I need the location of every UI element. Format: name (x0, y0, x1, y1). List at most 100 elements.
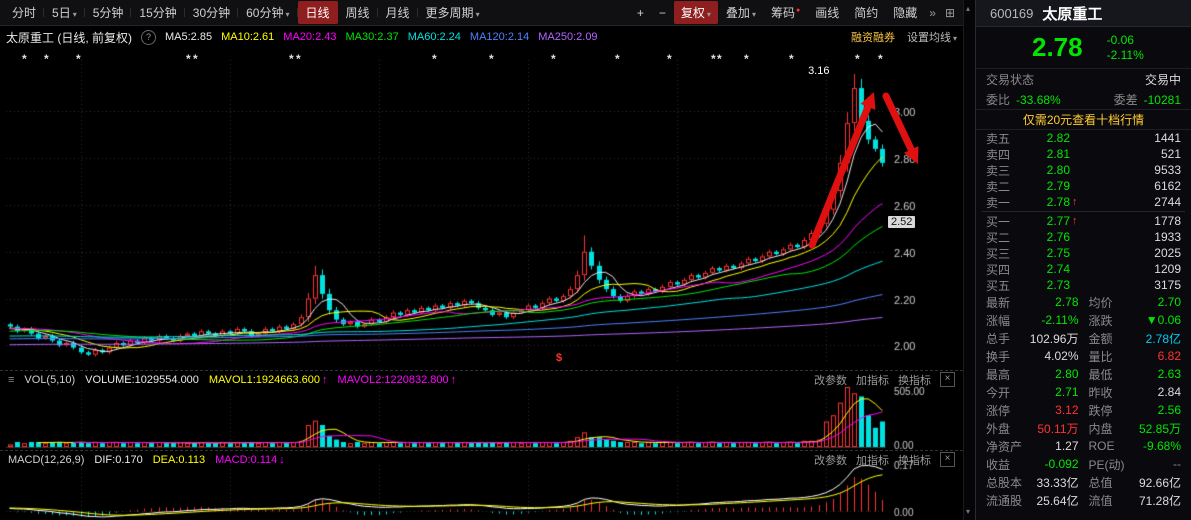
ask-row[interactable]: 卖五2.821441 (976, 130, 1191, 146)
collapse-up-icon[interactable]: ▴ (966, 4, 970, 13)
stat-cell: 总股本33.33亿 (986, 474, 1079, 491)
draw-line-button[interactable]: 画线 (808, 1, 846, 24)
simple-mode-button[interactable]: 简约 (847, 1, 885, 24)
stat-value: 2.78 (1055, 295, 1078, 309)
stat-label: 涨停 (986, 402, 1010, 419)
hide-button[interactable]: 隐藏 (886, 1, 924, 24)
ma-label: MA30:2.37 (346, 31, 399, 43)
period-tabs: 分时5日▾5分钟15分钟30分钟60分钟▾日线周线月线更多周期▾ (4, 0, 488, 25)
tab-60m[interactable]: 60分钟▾ (238, 1, 297, 24)
stat-row: 总手102.96万金额2.78亿 (976, 329, 1191, 347)
tab-30m[interactable]: 30分钟 (185, 1, 238, 24)
weibi-cell: 委比-33.68% (986, 91, 1061, 108)
stat-value: 3.12 (1055, 403, 1078, 417)
bid-qty: 1778 (1085, 214, 1181, 228)
last-price: 2.78 (1032, 32, 1083, 63)
stat-value: -9.68% (1143, 439, 1181, 453)
ask-row[interactable]: 卖二2.796162 (976, 178, 1191, 194)
stat-label: 跌停 (1089, 402, 1113, 419)
collapse-down-icon[interactable]: ▾ (966, 507, 970, 516)
ask-qty: 521 (1085, 147, 1181, 161)
zoom-in-button[interactable]: + (630, 3, 651, 23)
bid-row[interactable]: 买二2.761933 (976, 229, 1191, 245)
chevron-down-icon: ▾ (285, 10, 289, 19)
ask-row[interactable]: 卖一2.78↑2744 (976, 194, 1191, 210)
switch-indicator-button[interactable]: 换指标 (898, 452, 931, 468)
stat-label: 总手 (986, 330, 1010, 347)
bid-qty: 1933 (1085, 230, 1181, 244)
change-params-button[interactable]: 改参数 (814, 372, 847, 388)
tab-daily[interactable]: 日线 (298, 1, 338, 24)
adjust-mode-button[interactable]: 复权▾ (674, 1, 718, 24)
overlay-button[interactable]: 叠加▾ (719, 1, 763, 24)
stat-label: 今开 (986, 384, 1010, 401)
price-change-pct: -2.11% (1107, 48, 1144, 63)
stat-cell: 最低2.63 (1089, 366, 1182, 383)
tab-15m[interactable]: 15分钟 (131, 1, 184, 24)
stat-cell: 涨跌▼0.06 (1089, 312, 1182, 329)
expand-icon[interactable]: ⊞ (941, 3, 959, 23)
chips-button[interactable]: 筹码● (764, 1, 807, 24)
ask-row[interactable]: 卖四2.81521 (976, 146, 1191, 162)
tab-5m[interactable]: 5分钟 (85, 1, 132, 24)
kline-chart[interactable]: ******************$ 3.16 2.52 (0, 48, 963, 370)
close-icon[interactable]: × (940, 372, 955, 387)
ma-settings-button[interactable]: 设置均线▾ (907, 29, 957, 45)
stat-value: 2.63 (1158, 367, 1181, 381)
stat-cell: 均价2.70 (1089, 294, 1182, 311)
axis-price-tag: 2.52 (888, 216, 915, 228)
menu-icon[interactable]: ≡ (8, 374, 14, 386)
ask-label: 卖五 (986, 130, 1020, 147)
stat-label: 最高 (986, 366, 1010, 383)
tab-fenshi[interactable]: 分时 (4, 1, 44, 24)
bid-qty: 3175 (1085, 278, 1181, 292)
zoom-out-button[interactable]: − (652, 3, 673, 23)
stat-value: -2.11% (1041, 313, 1078, 327)
switch-indicator-button[interactable]: 换指标 (898, 372, 931, 388)
chart-side-strip[interactable]: ▴ ▾ (963, 0, 975, 520)
volume-pane[interactable]: ≡VOL(5,10)VOLUME:1029554.000MAVOL1:19246… (0, 370, 963, 450)
change-params-button[interactable]: 改参数 (814, 452, 847, 468)
stat-value: 50.11万 (1037, 420, 1078, 437)
ask-price: 2.79 (1020, 179, 1070, 193)
stat-row: 净资产1.27ROE-9.68% (976, 437, 1191, 455)
stat-row: 外盘50.11万内盘52.85万 (976, 419, 1191, 437)
chevron-down-icon: ▾ (73, 10, 77, 19)
stat-cell: 涨停 3.12 (986, 402, 1079, 419)
close-icon[interactable]: × (940, 452, 955, 467)
bid-row[interactable]: 买一2.77↑1778 (976, 213, 1191, 229)
bid-price: 2.74 (1020, 262, 1070, 276)
tab-more[interactable]: 更多周期▾ (418, 1, 488, 24)
ask-qty: 2744 (1085, 195, 1181, 209)
chart-tools: +−复权▾叠加▾筹码●画线简约隐藏»⊞ (630, 1, 959, 24)
tab-5d[interactable]: 5日▾ (44, 1, 85, 24)
ask-price: 2.81 (1020, 147, 1070, 161)
stat-cell: 总值92.66亿 (1089, 474, 1182, 491)
help-icon[interactable]: ? (141, 30, 156, 45)
bid-row[interactable]: 买五2.733175 (976, 277, 1191, 293)
tab-weekly[interactable]: 周线 (338, 1, 378, 24)
stock-name: 太原重工 (1042, 3, 1102, 24)
collapse-icon[interactable]: » (925, 3, 940, 23)
up-arrow-icon: ↑ (322, 374, 328, 386)
stat-value: ▼0.06 (1146, 313, 1181, 327)
add-indicator-button[interactable]: 加指标 (856, 372, 889, 388)
bid-row[interactable]: 买四2.741209 (976, 261, 1191, 277)
add-indicator-button[interactable]: 加指标 (856, 452, 889, 468)
bid-row[interactable]: 买三2.752025 (976, 245, 1191, 261)
chart-title: 太原重工 (日线, 前复权) (6, 29, 132, 46)
stat-cell: 涨幅-2.11% (986, 312, 1079, 329)
margin-trading-link[interactable]: 融资融券 (851, 29, 895, 45)
stat-label: 流通股 (986, 492, 1022, 509)
ma-label: MA10:2.61 (221, 31, 274, 43)
level2-promo-link[interactable]: 仅需20元查看十档行情 (976, 109, 1191, 130)
indicator-value: MAVOL2:1220832.800↑ (338, 374, 457, 386)
ask-row[interactable]: 卖三2.809533 (976, 162, 1191, 178)
indicator-value: MACD:0.114↓ (215, 454, 285, 466)
bid-label: 买三 (986, 245, 1020, 262)
tab-monthly[interactable]: 月线 (378, 1, 418, 24)
stat-cell: 内盘52.85万 (1089, 420, 1182, 437)
ma-label: MA5:2.85 (165, 31, 212, 43)
macd-pane[interactable]: MACD(12,26,9)DIF:0.170DEA:0.113MACD:0.11… (0, 450, 963, 520)
stat-cell: 金额2.78亿 (1089, 330, 1182, 347)
